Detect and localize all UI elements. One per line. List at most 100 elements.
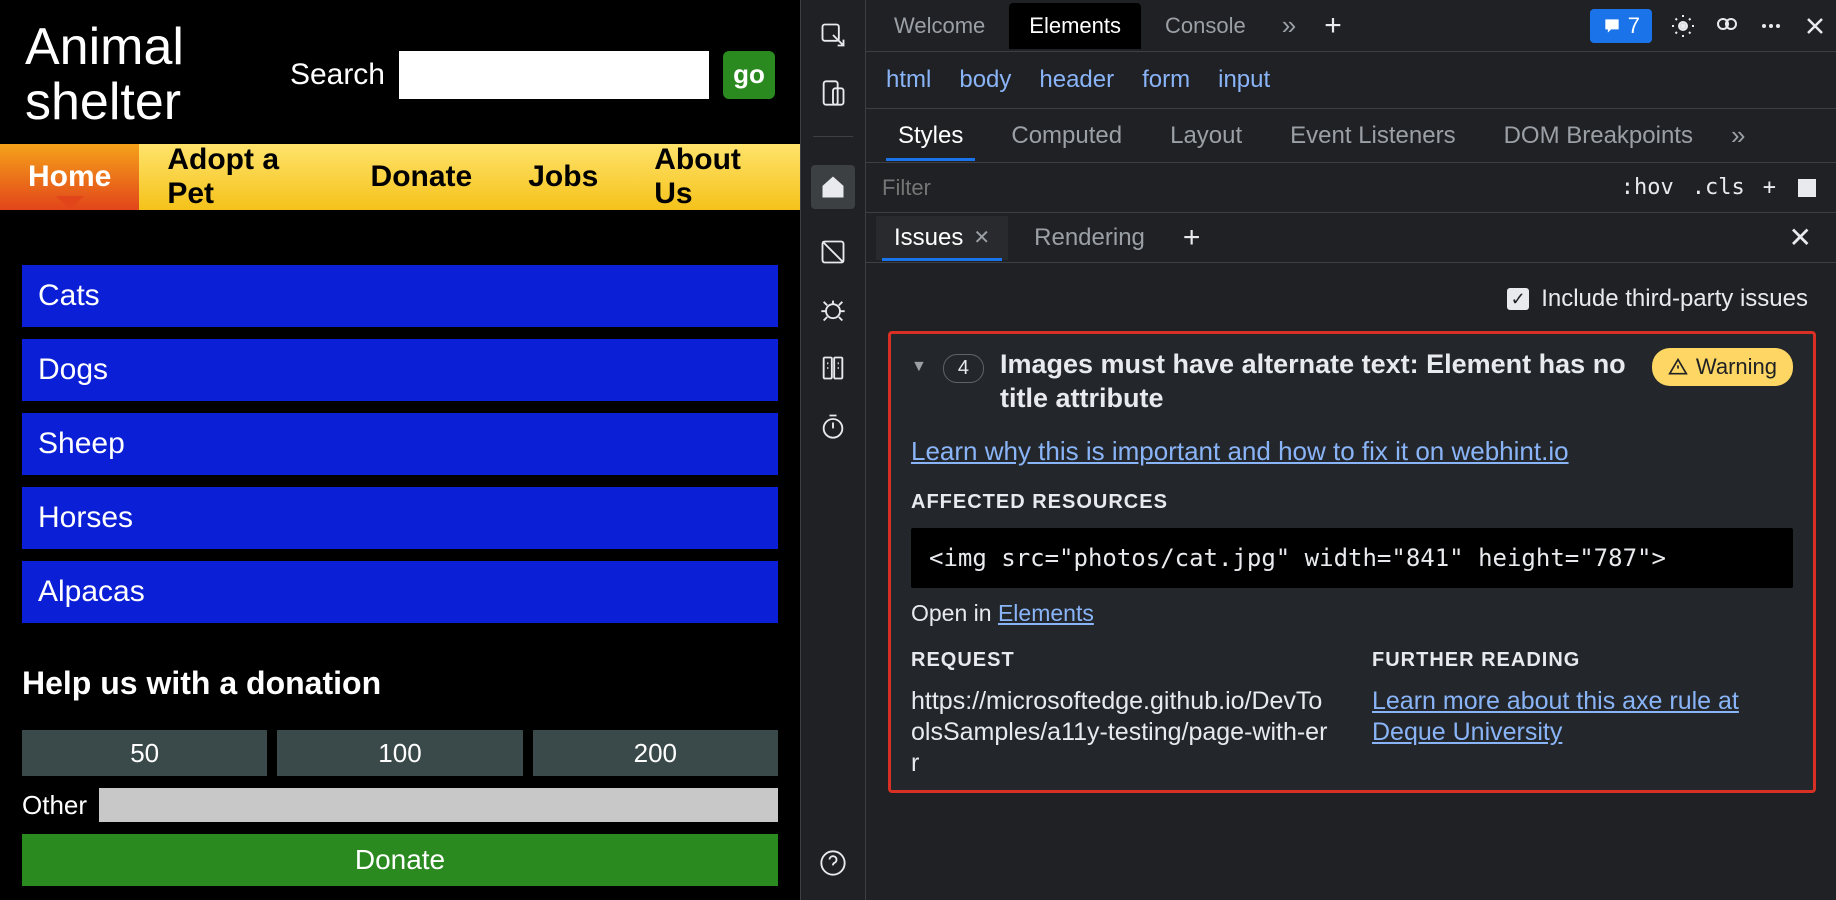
- styles-filter-input[interactable]: [882, 175, 1603, 201]
- elements-icon[interactable]: [811, 165, 855, 209]
- list-item[interactable]: Dogs: [22, 339, 778, 401]
- devtools-activity-bar: [800, 0, 866, 900]
- settings-icon[interactable]: [1670, 13, 1696, 39]
- more-styles-tabs-icon[interactable]: »: [1719, 120, 1757, 151]
- tab-styles[interactable]: Styles: [876, 112, 985, 160]
- request-url: https://microsoftedge.github.io/DevTools…: [911, 686, 1332, 780]
- breadcrumb-item[interactable]: body: [959, 66, 1011, 94]
- performance-icon[interactable]: [818, 411, 848, 441]
- device-icon[interactable]: [818, 78, 848, 108]
- site-title: Animal shelter: [25, 20, 225, 129]
- drawer-tab-label: Issues: [894, 224, 963, 252]
- expand-collapse-icon[interactable]: ▼: [911, 348, 927, 376]
- open-in-elements-link[interactable]: Elements: [998, 600, 1094, 626]
- affected-resources-label: AFFECTED RESOURCES: [911, 491, 1793, 514]
- styles-tabbar: Styles Computed Layout Event Listeners D…: [866, 109, 1836, 163]
- search-label: Search: [290, 58, 385, 92]
- webpage-header: Animal shelter Search go: [0, 0, 800, 144]
- donation-heading: Help us with a donation: [22, 665, 778, 702]
- further-reading-link[interactable]: Learn more about this axe rule at Deque …: [1372, 686, 1793, 749]
- sources-icon[interactable]: [818, 353, 848, 383]
- breadcrumb-item[interactable]: header: [1039, 66, 1114, 94]
- bug-icon[interactable]: [818, 295, 848, 325]
- warning-badge-label: Warning: [1696, 354, 1777, 380]
- dom-breadcrumb: html body header form input: [866, 52, 1836, 109]
- affected-resource-code: <img src="photos/cat.jpg" width="841" he…: [911, 528, 1793, 588]
- category-list: Cats Dogs Sheep Horses Alpacas: [0, 210, 800, 623]
- issues-count: 7: [1628, 13, 1640, 39]
- close-drawer-icon[interactable]: ✕: [1775, 221, 1826, 254]
- issue-details-columns: REQUEST https://microsoftedge.github.io/…: [911, 649, 1793, 780]
- search-go-button[interactable]: go: [723, 51, 775, 99]
- nav-home[interactable]: Home: [0, 144, 139, 210]
- divider: [813, 136, 853, 137]
- new-style-rule-icon[interactable]: +: [1763, 175, 1776, 200]
- search-input[interactable]: [399, 51, 709, 99]
- more-options-icon[interactable]: [1758, 13, 1784, 39]
- tab-computed[interactable]: Computed: [989, 112, 1144, 160]
- donation-other-row: Other: [22, 788, 778, 822]
- list-item[interactable]: Alpacas: [22, 561, 778, 623]
- warning-badge: Warning: [1652, 348, 1793, 386]
- list-item[interactable]: Cats: [22, 265, 778, 327]
- nav-about[interactable]: About Us: [626, 144, 800, 210]
- main-nav: Home Adopt a Pet Donate Jobs About Us: [0, 144, 800, 210]
- tab-welcome[interactable]: Welcome: [874, 3, 1005, 49]
- close-tab-icon[interactable]: ✕: [973, 225, 990, 250]
- drawer-tab-issues[interactable]: Issues ✕: [876, 216, 1008, 260]
- breadcrumb-item[interactable]: form: [1142, 66, 1190, 94]
- breadcrumb-item[interactable]: input: [1218, 66, 1270, 94]
- tabbar-right: 7: [1590, 9, 1828, 43]
- open-in-prefix: Open in: [911, 600, 998, 626]
- donation-amounts: 50 100 200: [22, 730, 778, 776]
- donate-button[interactable]: Donate: [22, 834, 778, 886]
- nav-jobs[interactable]: Jobs: [500, 144, 626, 210]
- list-item[interactable]: Horses: [22, 487, 778, 549]
- include-third-party-label: Include third-party issues: [1541, 285, 1808, 313]
- help-icon[interactable]: [818, 848, 848, 878]
- issues-indicator[interactable]: 7: [1590, 9, 1652, 43]
- hov-toggle[interactable]: :hov: [1621, 175, 1674, 200]
- include-third-party-checkbox[interactable]: ✓: [1507, 288, 1529, 310]
- issue-header: ▼ 4 Images must have alternate text: Ele…: [911, 348, 1793, 416]
- donation-amount-button[interactable]: 50: [22, 730, 267, 776]
- further-reading-label: FURTHER READING: [1372, 649, 1793, 672]
- add-drawer-tab-icon[interactable]: +: [1171, 221, 1213, 255]
- image-off-icon[interactable]: [818, 237, 848, 267]
- issue-count-badge: 4: [943, 354, 984, 383]
- tab-console[interactable]: Console: [1145, 3, 1266, 49]
- other-label: Other: [22, 790, 87, 821]
- drawer-tabbar: Issues ✕ Rendering + ✕: [866, 213, 1836, 263]
- more-tabs-icon[interactable]: »: [1270, 10, 1308, 41]
- toggle-sidebar-icon[interactable]: [1794, 175, 1820, 201]
- close-devtools-icon[interactable]: [1802, 13, 1828, 39]
- include-third-party-row: ✓ Include third-party issues: [880, 279, 1816, 331]
- tab-layout[interactable]: Layout: [1148, 112, 1264, 160]
- feedback-icon[interactable]: [1714, 13, 1740, 39]
- cls-toggle[interactable]: .cls: [1692, 175, 1745, 200]
- breadcrumb-item[interactable]: html: [886, 66, 931, 94]
- nav-donate[interactable]: Donate: [343, 144, 501, 210]
- webpage-pane: Animal shelter Search go Home Adopt a Pe…: [0, 0, 800, 900]
- donation-amount-button[interactable]: 100: [277, 730, 522, 776]
- add-tab-icon[interactable]: +: [1312, 9, 1354, 43]
- drawer-tab-rendering[interactable]: Rendering: [1016, 216, 1163, 260]
- donation-amount-button[interactable]: 200: [533, 730, 778, 776]
- list-item[interactable]: Sheep: [22, 413, 778, 475]
- learn-why-link[interactable]: Learn why this is important and how to f…: [911, 436, 1793, 467]
- other-amount-input[interactable]: [99, 788, 778, 822]
- inspect-icon[interactable]: [818, 20, 848, 50]
- issue-card: ▼ 4 Images must have alternate text: Ele…: [888, 331, 1816, 793]
- devtools-panel: Welcome Elements Console » + 7 html body…: [866, 0, 1836, 900]
- styles-filter-row: :hov .cls +: [866, 163, 1836, 213]
- tab-dom-breakpoints[interactable]: DOM Breakpoints: [1482, 112, 1715, 160]
- request-column: REQUEST https://microsoftedge.github.io/…: [911, 649, 1332, 780]
- open-in-row: Open in Elements: [911, 600, 1793, 627]
- donation-section: Help us with a donation 50 100 200 Other…: [0, 635, 800, 886]
- devtools-tabbar: Welcome Elements Console » + 7: [866, 0, 1836, 52]
- issue-title: Images must have alternate text: Element…: [1000, 348, 1636, 416]
- nav-adopt[interactable]: Adopt a Pet: [139, 144, 342, 210]
- tab-elements[interactable]: Elements: [1009, 3, 1141, 49]
- tab-event-listeners[interactable]: Event Listeners: [1268, 112, 1477, 160]
- request-label: REQUEST: [911, 649, 1332, 672]
